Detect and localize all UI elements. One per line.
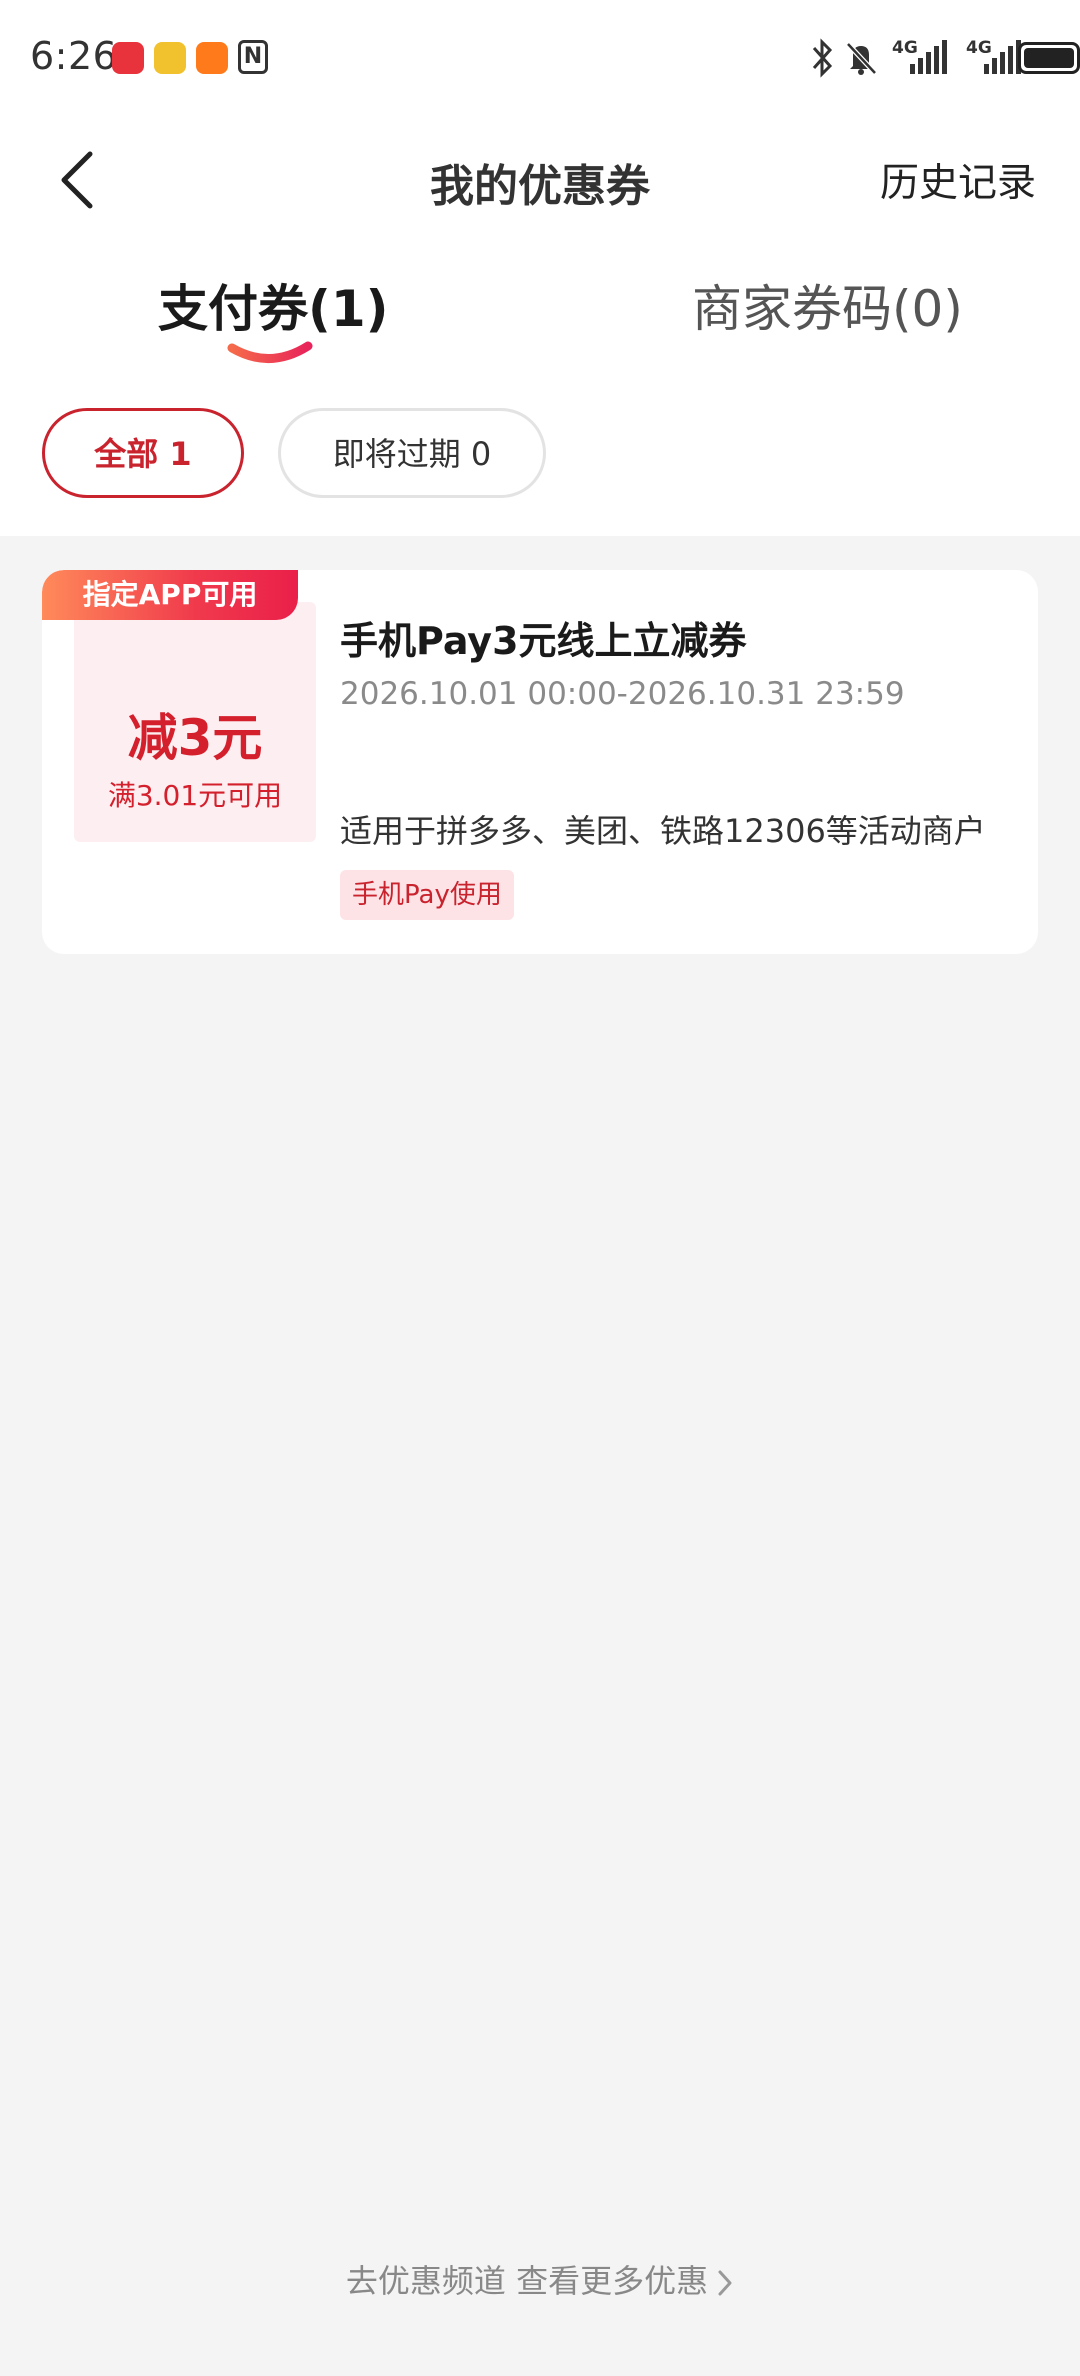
history-button[interactable]: 历史记录 (880, 152, 1036, 208)
coupon-amount-panel: 减3元 满3.01元可用 (74, 602, 316, 842)
filter-all-chip[interactable]: 全部 1 (42, 408, 244, 498)
coupon-usage-tag: 手机Pay使用 (340, 870, 514, 920)
bell-muted-icon (846, 42, 877, 75)
active-tab-indicator (227, 341, 313, 363)
coupon-condition: 满3.01元可用 (107, 779, 283, 812)
more-offers-label: 去优惠频道 查看更多优惠 (345, 2262, 709, 2300)
coupon-amount: 减3元 (127, 709, 263, 767)
tab-merchant-codes[interactable]: 商家券码(0) (692, 274, 963, 344)
coupon-card[interactable]: 减3元 满3.01元可用 指定APP可用 手机Pay3元线上立减券 2026.1… (42, 570, 1038, 954)
coupon-title: 手机Pay3元线上立减券 (340, 619, 747, 663)
filter-expiring-chip[interactable]: 即将过期 0 (278, 408, 546, 498)
coupon-validity: 2026.10.01 00:00-2026.10.31 23:59 (340, 676, 905, 712)
network-type-label: 4G (966, 38, 992, 58)
status-time: 6:26 (30, 34, 118, 78)
weibo-icon (154, 42, 186, 74)
battery-icon (1018, 42, 1080, 74)
chevron-right-icon (718, 2270, 732, 2296)
coupon-badge: 指定APP可用 (42, 570, 298, 620)
network-type-label: 4G (892, 38, 918, 58)
tab-payment-coupons[interactable]: 支付券(1) (158, 274, 389, 344)
status-bar: 6:26 N 4G 4G (0, 0, 1080, 118)
coupon-scope: 适用于拼多多、美团、铁路12306等活动商户 (340, 812, 986, 850)
more-offers-link[interactable]: 去优惠频道 查看更多优惠 (0, 2256, 1080, 2302)
orange-app-icon (196, 42, 228, 74)
bluetooth-icon (812, 38, 833, 78)
shop-app-icon (112, 42, 144, 74)
nfc-icon: N (238, 40, 268, 74)
app-header: 我的优惠券 历史记录 (0, 128, 1080, 228)
